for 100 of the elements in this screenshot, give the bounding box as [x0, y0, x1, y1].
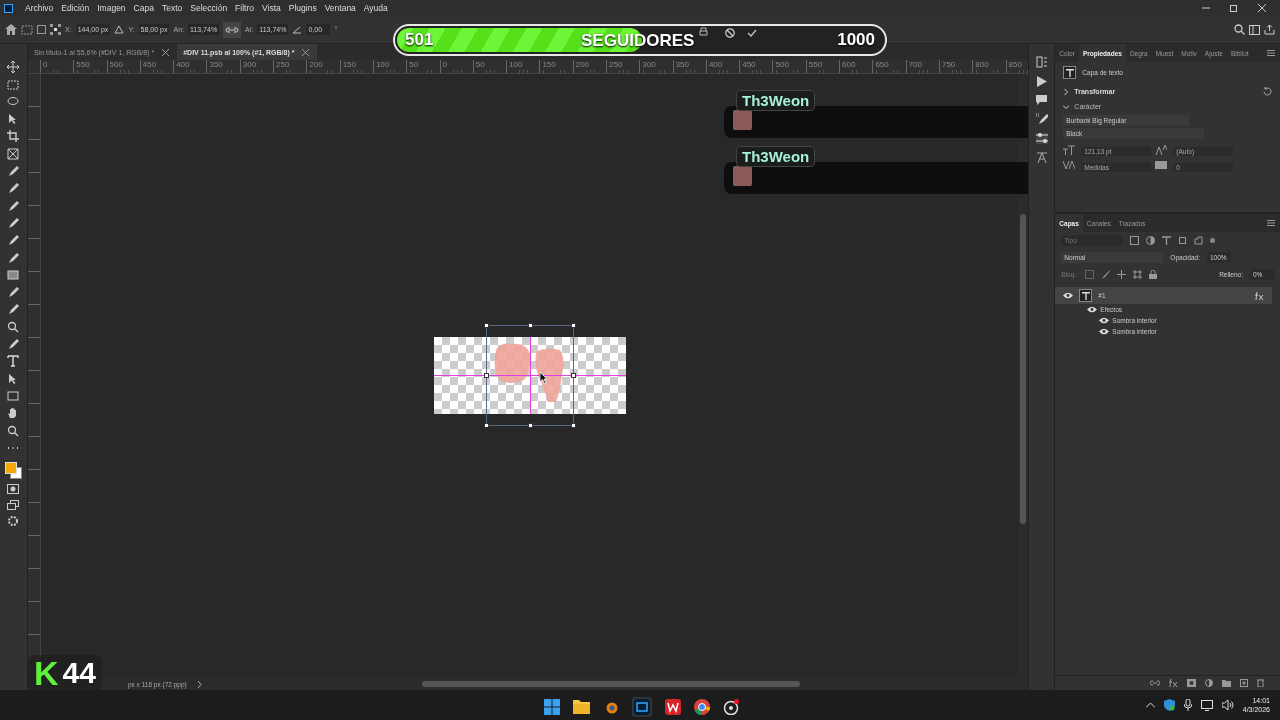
text-layer-icon — [1079, 289, 1093, 302]
microphone-icon[interactable] — [1183, 699, 1192, 711]
display-icon[interactable] — [1200, 699, 1213, 711]
home-icon[interactable] — [5, 24, 17, 35]
photoshop-app-icon[interactable] — [632, 697, 652, 717]
menu-item[interactable]: Imagen — [93, 3, 130, 13]
menu-icon[interactable] — [1267, 220, 1275, 226]
lock-icon[interactable] — [1148, 270, 1157, 279]
type-icon[interactable] — [7, 355, 20, 368]
link-icon[interactable] — [1150, 680, 1160, 686]
transform-box[interactable] — [485, 325, 574, 426]
menu-item[interactable]: Vista — [258, 3, 285, 13]
gear-icon[interactable] — [7, 515, 20, 527]
menu-item[interactable]: Ventana — [320, 3, 360, 13]
chevron-right-icon[interactable] — [196, 680, 202, 688]
menu-item[interactable]: Selección — [186, 3, 232, 13]
adjustment-filter-icon[interactable] — [1146, 236, 1156, 245]
chevron-icon[interactable] — [1063, 88, 1070, 95]
menu-item[interactable]: Filtro — [231, 3, 258, 13]
minimize-icon[interactable] — [1202, 4, 1210, 12]
gradient-icon[interactable] — [7, 268, 20, 281]
magnifier-icon[interactable] — [7, 320, 20, 333]
menu-item[interactable]: Ayuda — [359, 3, 392, 13]
reference-point-icon[interactable] — [50, 24, 61, 35]
folder-icon[interactable] — [1222, 679, 1231, 687]
smart-object-filter-icon[interactable] — [1194, 236, 1204, 245]
image-filter-icon[interactable] — [1130, 236, 1140, 245]
reset-icon[interactable] — [1263, 87, 1272, 96]
glyph-style-icon[interactable] — [1035, 152, 1048, 164]
menu-item[interactable]: Capa — [129, 3, 158, 13]
move-icon[interactable] — [1116, 270, 1126, 279]
move-icon[interactable] — [7, 61, 20, 74]
goal-target-count: 1000 — [837, 30, 875, 50]
effects-icon[interactable] — [1169, 679, 1178, 687]
brush-icon[interactable] — [7, 199, 20, 212]
menu-item[interactable]: Archivo — [21, 3, 58, 13]
crop-icon[interactable] — [7, 130, 20, 143]
comment-icon[interactable] — [1036, 95, 1048, 105]
share-icon[interactable] — [1264, 24, 1275, 35]
recording-app-icon[interactable] — [723, 699, 739, 715]
trash-icon[interactable] — [1257, 679, 1264, 687]
eye-icon[interactable] — [1099, 317, 1110, 324]
triangle-icon — [114, 25, 125, 34]
history-icon[interactable] — [1035, 56, 1048, 68]
cancel-icon[interactable] — [725, 28, 735, 38]
toggle-dot-icon[interactable] — [1210, 238, 1216, 243]
mask-icon[interactable] — [1187, 679, 1196, 687]
brush-settings-icon[interactable] — [1035, 113, 1048, 125]
chevron-icon[interactable] — [1063, 103, 1070, 110]
avatar-placeholder — [733, 166, 752, 186]
menu-item[interactable]: Plugins — [284, 3, 321, 13]
workspace-icon[interactable] — [1249, 24, 1260, 35]
zoom-icon[interactable] — [7, 424, 20, 437]
artboard-icon[interactable] — [1132, 270, 1142, 279]
avatar-placeholder — [733, 110, 752, 130]
chevron-up-icon[interactable] — [1145, 702, 1155, 708]
screen-mode-icon[interactable] — [7, 499, 20, 510]
windows-start-icon[interactable] — [544, 699, 560, 715]
new-layer-icon[interactable] — [1240, 679, 1248, 687]
brush-icon[interactable] — [7, 234, 20, 247]
chat-username: Th3Weon — [736, 146, 816, 167]
brush-icon[interactable] — [1100, 270, 1110, 279]
close-icon[interactable] — [1258, 4, 1266, 12]
rectangle-icon[interactable] — [7, 389, 20, 402]
leading-icon — [1155, 145, 1170, 157]
text-layer-icon — [1063, 66, 1077, 79]
quick-mask-icon[interactable] — [7, 484, 20, 495]
link-icon[interactable] — [223, 21, 242, 38]
checkbox-icon[interactable] — [37, 25, 46, 34]
scrollbar-thumb[interactable] — [1020, 214, 1027, 524]
eye-icon[interactable] — [1063, 292, 1074, 299]
close-icon[interactable] — [302, 48, 310, 56]
scrollbar-thumb[interactable] — [421, 681, 800, 687]
search-icon[interactable] — [1234, 24, 1245, 35]
shield-icon[interactable] — [1163, 699, 1175, 711]
sliders-icon[interactable] — [1035, 133, 1048, 144]
angle-icon — [292, 25, 303, 34]
eye-icon[interactable] — [1087, 306, 1098, 313]
restore-icon[interactable] — [1230, 4, 1238, 12]
menu-item[interactable]: Texto — [157, 3, 187, 13]
marquee-icon[interactable] — [7, 78, 20, 91]
lasso-icon[interactable] — [7, 95, 20, 108]
adjustment-icon[interactable] — [1205, 679, 1213, 687]
app-logo-icon[interactable] — [4, 3, 13, 13]
menu-icon[interactable] — [1267, 50, 1275, 56]
play-icon[interactable] — [1036, 76, 1047, 87]
commit-check-icon[interactable] — [747, 29, 757, 37]
folder-icon[interactable] — [573, 700, 590, 714]
close-icon[interactable] — [162, 48, 170, 56]
chat-username: Th3Weon — [736, 90, 816, 111]
menu-item[interactable]: Edición — [57, 3, 94, 13]
shape-filter-icon[interactable] — [1178, 236, 1188, 245]
eye-icon[interactable] — [1099, 328, 1110, 335]
color-swatches-icon[interactable] — [4, 459, 23, 480]
type-filter-icon[interactable] — [1162, 236, 1172, 245]
office-app-icon[interactable] — [665, 699, 681, 715]
speaker-icon[interactable] — [1221, 700, 1234, 710]
effects-icon[interactable] — [1255, 291, 1264, 300]
frame-icon[interactable] — [7, 147, 20, 160]
browser-icon[interactable] — [694, 699, 710, 715]
